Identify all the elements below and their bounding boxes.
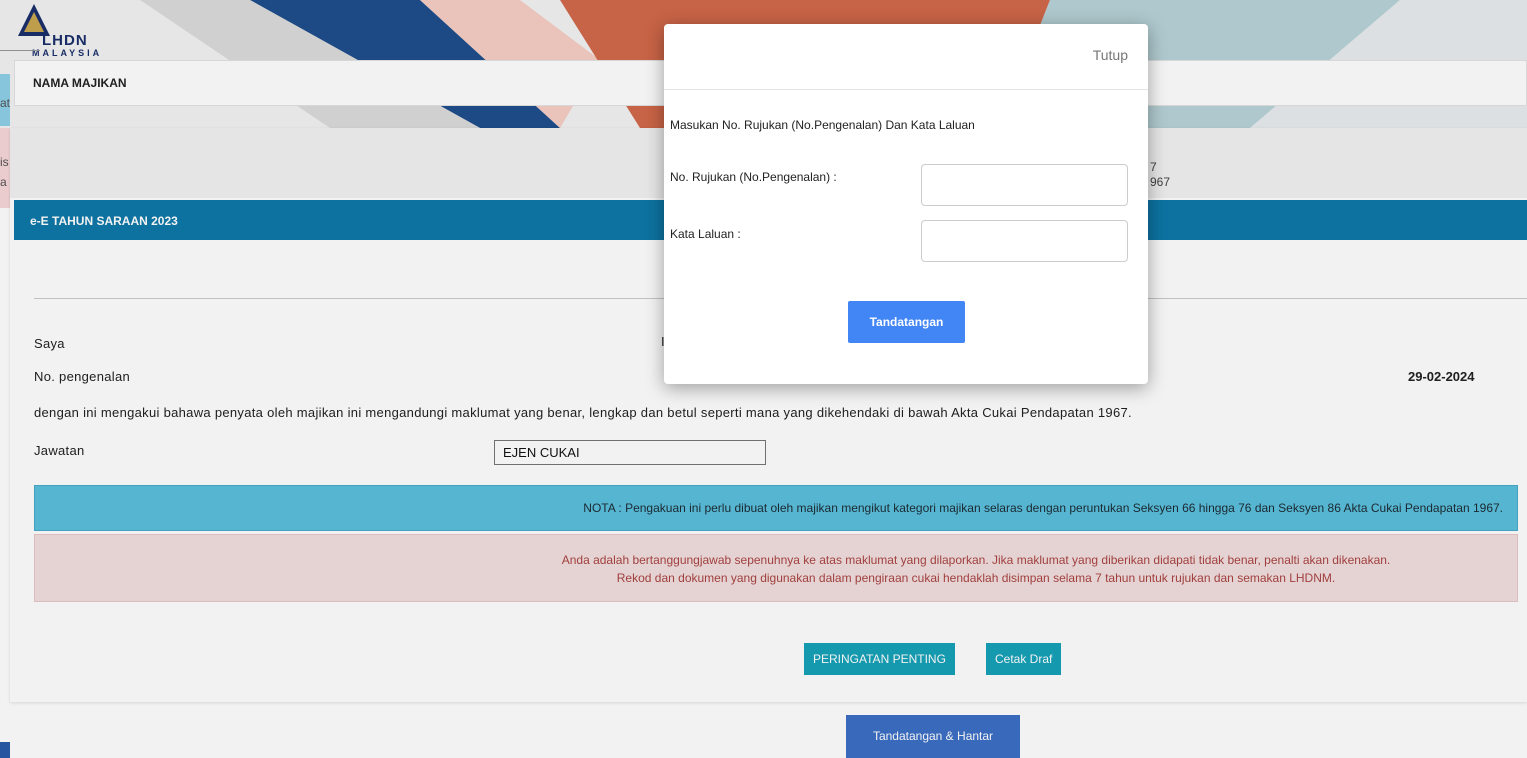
password-label: Kata Laluan : [670,227,741,241]
modal-instruction: Masukan No. Rujukan (No.Pengenalan) Dan … [670,118,975,132]
rujukan-label: No. Rujukan (No.Pengenalan) : [670,170,837,184]
modal-close-link[interactable]: Tutup [1093,47,1128,63]
password-input[interactable] [921,220,1128,262]
rujukan-input[interactable] [921,164,1128,206]
signature-modal: Tutup Masukan No. Rujukan (No.Pengenalan… [664,24,1148,384]
modal-header: Tutup [664,24,1148,90]
tandatangan-button[interactable]: Tandatangan [848,301,965,343]
